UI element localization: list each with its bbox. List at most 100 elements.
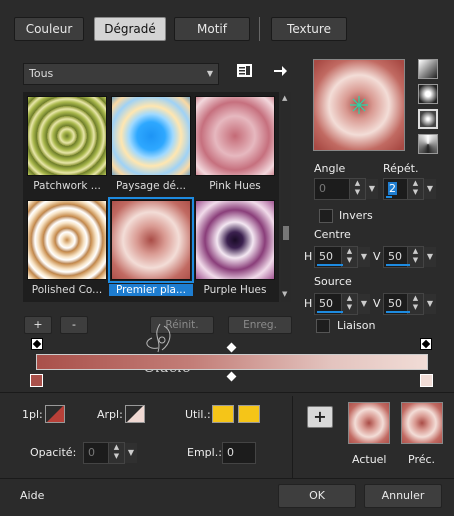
style-linear-button[interactable] <box>418 59 438 79</box>
invert-checkbox[interactable] <box>319 209 333 223</box>
repeat-input[interactable]: 2 ▲ ▼ ▼ <box>383 178 436 200</box>
foreground-swatch[interactable] <box>45 405 65 423</box>
stop-marker-top-right[interactable] <box>420 338 432 350</box>
tab-motif[interactable]: Motif <box>174 17 250 41</box>
current-swatch <box>348 402 390 444</box>
centre-h-dropdown-icon[interactable]: ▼ <box>358 247 370 267</box>
tab-texture[interactable]: Texture <box>271 17 347 41</box>
centre-label: Centre <box>314 228 351 241</box>
opacity-dropdown-icon[interactable]: ▼ <box>125 443 137 463</box>
remove-gradient-button[interactable]: - <box>60 316 88 334</box>
source-v-label: V <box>373 297 381 310</box>
stop-marker-top-left[interactable] <box>31 338 43 350</box>
background-label: Arpl: <box>97 408 123 421</box>
source-h-level-bar <box>317 311 343 313</box>
tab-degrade[interactable]: Dégradé <box>94 17 166 41</box>
repeat-dropdown-icon[interactable]: ▼ <box>424 179 436 199</box>
gradient-preview[interactable] <box>313 59 405 151</box>
link-label: Liaison <box>337 319 376 332</box>
preset-scrollbar[interactable]: ▲ ▼ <box>281 92 291 302</box>
link-checkbox[interactable] <box>316 319 330 333</box>
preset-label-paysage: Paysage dé... <box>115 180 186 192</box>
centre-v-input[interactable]: 50 ▲ ▼ ▼ <box>383 246 436 268</box>
preset-thumb-patchwork[interactable] <box>27 96 107 176</box>
centre-v-label: V <box>373 250 381 263</box>
source-h-stepper[interactable]: ▲ ▼ <box>341 294 357 314</box>
preset-label-patchwork: Patchwork ... <box>33 180 101 192</box>
stop-marker-bottom-left[interactable] <box>30 374 43 387</box>
help-link[interactable]: Aide <box>20 489 44 502</box>
stop-marker-bottom-right[interactable] <box>420 374 433 387</box>
centre-h-label: H <box>304 250 313 263</box>
angle-dropdown-icon[interactable]: ▼ <box>366 179 378 199</box>
preset-thumb-paysage[interactable] <box>111 96 191 176</box>
source-h-label: H <box>304 297 313 310</box>
preset-thumb-premier-plan[interactable] <box>108 197 194 283</box>
angle-label: Angle <box>314 162 346 175</box>
arrow-right-icon[interactable] <box>272 63 288 79</box>
centre-v-dropdown-icon[interactable]: ▼ <box>424 247 436 267</box>
user-swatch-alt[interactable] <box>238 405 260 423</box>
current-label: Actuel <box>352 453 387 466</box>
add-gradient-button[interactable]: + <box>24 316 52 334</box>
vertical-divider <box>292 396 293 478</box>
source-h-input[interactable]: 50 ▲ ▼ ▼ <box>314 293 370 315</box>
invert-label: Invers <box>339 209 373 222</box>
save-gradient-button[interactable]: Enreg. <box>228 316 292 334</box>
style-sunburst-button[interactable] <box>418 134 438 154</box>
user-swatch-current[interactable] <box>212 405 234 423</box>
preset-label-purple-hues: Purple Hues <box>203 284 267 296</box>
preset-thumb-polished[interactable] <box>27 200 107 280</box>
opacity-input[interactable]: 0 ▲ ▼ ▼ <box>83 442 137 464</box>
repeat-level-bar <box>386 196 392 198</box>
preset-thumb-pink-hues[interactable] <box>195 96 275 176</box>
location-label: Empl.: <box>187 446 222 459</box>
previous-label: Préc. <box>408 453 436 466</box>
preset-thumb-purple-hues[interactable] <box>195 200 275 280</box>
scroll-down-icon[interactable]: ▼ <box>282 290 287 298</box>
angle-input[interactable]: 0 ▲ ▼ ▼ <box>314 178 378 200</box>
style-rectangular-button[interactable] <box>418 84 438 104</box>
opacity-stepper[interactable]: ▲ ▼ <box>108 443 124 463</box>
preset-label-polished: Polished Co... <box>31 284 103 296</box>
scroll-thumb[interactable] <box>283 226 289 240</box>
location-input[interactable]: 0 <box>222 442 256 464</box>
category-value: Tous <box>29 67 54 80</box>
gradient-bar[interactable] <box>36 354 428 370</box>
style-radial-button[interactable] <box>418 109 438 129</box>
user-label: Util.: <box>185 408 211 421</box>
separator-line <box>0 392 454 393</box>
centre-v-level-bar <box>386 264 410 266</box>
centre-h-level-bar <box>317 264 343 266</box>
opacity-label: Opacité: <box>30 446 77 459</box>
category-select[interactable]: Tous ▼ <box>23 63 219 85</box>
centre-h-input[interactable]: 50 ▲ ▼ ▼ <box>314 246 370 268</box>
repeat-label: Répét. <box>383 162 419 175</box>
preset-label-pink-hues: Pink Hues <box>209 180 261 192</box>
centre-h-stepper[interactable]: ▲ ▼ <box>341 247 357 267</box>
chevron-down-icon: ▼ <box>206 69 213 78</box>
source-h-dropdown-icon[interactable]: ▼ <box>358 294 370 314</box>
repeat-stepper[interactable]: ▲ ▼ <box>407 179 423 199</box>
source-v-dropdown-icon[interactable]: ▼ <box>424 294 436 314</box>
midpoint-marker-bottom[interactable] <box>226 371 237 382</box>
preset-label-premier-plan: Premier pla... <box>109 284 193 296</box>
center-crosshair-icon <box>350 96 368 114</box>
add-to-swatches-button[interactable]: + <box>307 406 333 428</box>
ok-button[interactable]: OK <box>278 484 356 508</box>
library-icon[interactable] <box>236 63 254 79</box>
midpoint-marker-top[interactable] <box>226 342 237 353</box>
scroll-up-icon[interactable]: ▲ <box>282 94 287 102</box>
angle-stepper[interactable]: ▲ ▼ <box>349 179 365 199</box>
source-v-input[interactable]: 50 ▲ ▼ ▼ <box>383 293 436 315</box>
source-v-level-bar <box>386 311 410 313</box>
previous-swatch <box>401 402 443 444</box>
background-swatch[interactable] <box>125 405 145 423</box>
foreground-label: 1pl: <box>22 408 43 421</box>
footer-separator <box>0 478 454 479</box>
tab-couleur[interactable]: Couleur <box>14 17 84 41</box>
watermark-logo: Claclo <box>122 318 212 384</box>
source-label: Source <box>314 275 352 288</box>
cancel-button[interactable]: Annuler <box>364 484 442 508</box>
tab-divider <box>259 17 260 41</box>
